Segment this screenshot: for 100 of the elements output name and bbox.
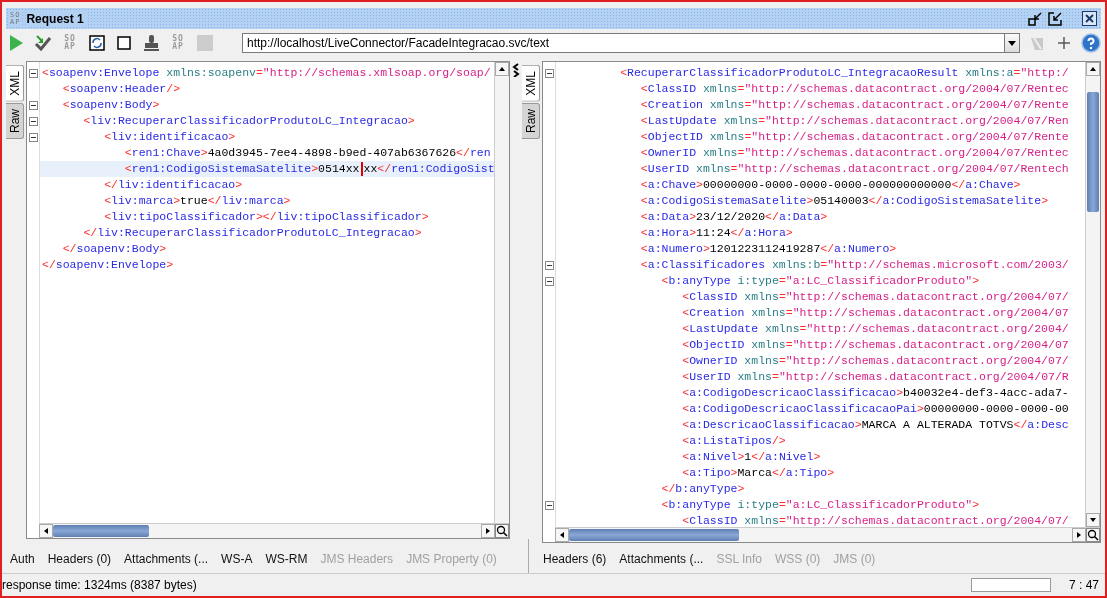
code-line: <a:Nivel>1</a:Nivel> — [681, 449, 822, 465]
window-title: Request 1 — [26, 11, 88, 26]
collapse-icon[interactable] — [29, 68, 38, 78]
code-line: <a:Chave>00000000-0000-0000-0000-000000000000</a:Chave> — [639, 177, 1022, 193]
code-line: <a:Numero>1201223112419287</a:Numero> — [639, 241, 898, 257]
scroll-down-button[interactable] — [1086, 513, 1100, 527]
editor-tab[interactable]: Headers (6) — [543, 552, 607, 566]
scrollbar-thumb[interactable] — [1087, 92, 1099, 212]
code-line: <UserID xmlns="http://schemas.datacontract.org/2004/07/Rentech — [639, 161, 1070, 177]
collapse-icon[interactable] — [545, 500, 554, 510]
code-line: <Creation xmlns="http://schemas.datacontract.org/2004/07 — [681, 305, 1070, 321]
code-line: </b:anyType> — [660, 481, 746, 497]
undock-icon[interactable] — [1028, 11, 1042, 26]
horizontal-scrollbar[interactable] — [555, 527, 1100, 542]
code-line: <ClassID xmlns="http://schemas.datacontract.org/2004/07/ — [681, 289, 1070, 305]
editor-tab[interactable]: WS-A — [221, 552, 253, 566]
code-line: <a:ListaTipos/> — [681, 433, 787, 449]
code-line: <a:CodigoSistemaSatelite>05140003</a:CodigoSistemaSatelite> — [639, 193, 1050, 209]
code-line: <ClassID xmlns="http://schemas.datacontract.org/2004/07/ — [681, 513, 1070, 527]
help-icon[interactable] — [1081, 33, 1101, 53]
zoom-icon[interactable] — [495, 524, 509, 538]
collapse-icon[interactable] — [29, 100, 38, 110]
editor-tab[interactable]: Headers (0) — [47, 552, 112, 566]
code-line: </liv:RecuperarClassificadorProdutoLC_Integracao> — [82, 225, 423, 241]
view-tab[interactable]: XML — [6, 65, 24, 102]
code-line: </liv:identificacao> — [103, 177, 244, 193]
down-arrow-icon — [1089, 516, 1097, 524]
scroll-right-button[interactable] — [1072, 528, 1086, 542]
code-line: <UserID xmlns="http://schemas.datacontract.org/2004/07/R — [681, 369, 1070, 385]
scroll-up-button[interactable] — [495, 62, 509, 76]
editor-tab[interactable]: Attachments (... — [619, 552, 704, 566]
code-line: <OwnerID xmlns="http://schemas.datacontract.org/2004/07/Rentec — [639, 145, 1070, 161]
close-icon[interactable] — [1082, 11, 1097, 26]
vertical-scrollbar[interactable] — [1085, 62, 1100, 527]
collapse-icon[interactable] — [29, 116, 38, 126]
code-line: </soapenv:Envelope> — [41, 257, 175, 273]
code-line: <a:Classificadores xmlns:b="http://schemas.microsoft.com/2003/ — [639, 257, 1070, 273]
code-line: <a:DescricaoClassificacao>MARCA A ALTERADA TOTVS</a:Desc — [681, 417, 1070, 433]
xml-editor[interactable] — [26, 61, 510, 539]
editor-tab[interactable]: Auth — [10, 552, 35, 566]
code-line: <a:Tipo>Marca</a:Tipo> — [681, 465, 836, 481]
view-tab[interactable]: Raw — [6, 102, 24, 139]
scroll-right-button[interactable] — [481, 524, 495, 538]
zoom-icon[interactable] — [1086, 528, 1100, 542]
view-tab[interactable]: Raw — [522, 102, 540, 139]
code-line: <soapenv:Header/> — [61, 81, 182, 97]
code-line: <ren1:Chave>4a0d3945-7ee4-4898-b9ed-407ab6367626</ren — [123, 145, 492, 161]
code-line: <liv:identificacao> — [103, 129, 237, 145]
collapse-icon[interactable] — [545, 260, 554, 270]
code-line: <a:CodigoDescricaoClassificacao>b40032e4-def3-4acc-ada7- — [681, 385, 1070, 401]
scroll-left-button[interactable] — [555, 528, 569, 542]
dropdown-button[interactable] — [1004, 33, 1020, 53]
code-line: <a:Hora>11:24</a:Hora> — [639, 225, 794, 241]
scroll-up-button[interactable] — [1086, 62, 1100, 76]
caret-icon — [1008, 40, 1016, 46]
refresh-icon[interactable] — [87, 33, 107, 53]
expand-icon[interactable] — [512, 63, 520, 77]
code-line: <ObjectID xmlns="http://schemas.datacontract.org/2004/07/Rente — [639, 129, 1070, 145]
vertical-scrollbar[interactable] — [494, 62, 509, 523]
collapse-icon[interactable] — [29, 132, 38, 142]
left-arrow-icon — [42, 527, 50, 535]
editor-tab[interactable]: WS-RM — [265, 552, 308, 566]
cursor-position: 7 : 47 — [1068, 578, 1099, 592]
code-line: <ObjectID xmlns="http://schemas.datacontract.org/2004/07 — [681, 337, 1070, 353]
undock-icon[interactable] — [1048, 11, 1062, 26]
code-line: <soapenv:Body> — [61, 97, 161, 113]
code-line: <LastUpdate xmlns="http://schemas.datacontract.org/2004/07/Ren — [639, 113, 1070, 129]
scroll-left-button[interactable] — [39, 524, 53, 538]
code-line: <liv:marca>true</liv:marca> — [103, 193, 292, 209]
xml-editor[interactable] — [542, 61, 1101, 543]
up-arrow-icon — [1089, 65, 1097, 73]
code-line: <b:anyType i:type="a:LC_ClassificadorProduto"> — [660, 497, 981, 513]
horizontal-scrollbar[interactable] — [39, 523, 509, 538]
scrollbar-thumb[interactable] — [53, 525, 149, 537]
code-line: <a:Data>23/12/2020</a:Data> — [639, 209, 829, 225]
code-line: <b:anyType i:type="a:LC_ClassificadorProduto"> — [660, 273, 981, 289]
code-line: <a:CodigoDescricaoClassificacaoPai>00000000-0000-0000-00 — [681, 401, 1070, 417]
editor-tab[interactable]: Attachments (... — [124, 552, 209, 566]
code-line: <liv:RecuperarClassificadorProdutoLC_Integracao> — [82, 113, 416, 129]
check-icon[interactable] — [33, 33, 53, 53]
collapse-icon[interactable] — [545, 276, 554, 286]
status-message: response time: 1324ms (8387 bytes) — [2, 578, 197, 592]
scrollbar-thumb[interactable] — [569, 529, 739, 541]
code-line: </soapenv:Body> — [61, 241, 168, 257]
square-icon[interactable] — [114, 33, 134, 53]
code-line: <liv:tipoClassificador></liv:tipoClassificador> — [103, 209, 430, 225]
left-arrow-icon — [558, 531, 566, 539]
stamp-icon[interactable] — [141, 33, 161, 53]
collapse-icon[interactable] — [545, 68, 554, 78]
up-arrow-icon — [498, 65, 506, 73]
code-line: <soapenv:Envelope xmlns:soapenv="http://schemas.xmlsoap.org/soap/ — [41, 65, 492, 81]
text-cursor — [360, 161, 363, 176]
url-field[interactable]: http://localhost/LiveConnector/FacadeIntegracao.svc/text — [242, 33, 1004, 53]
code-line: <ClassID xmlns="http://schemas.datacontract.org/2004/07/Rentec — [639, 81, 1070, 97]
right-arrow-icon — [484, 527, 492, 535]
code-line: <LastUpdate xmlns="http://schemas.datacontract.org/2004/ — [681, 321, 1070, 337]
right-arrow-icon — [1075, 531, 1083, 539]
code-line: <OwnerID xmlns="http://schemas.datacontract.org/2004/07/ — [681, 353, 1070, 369]
code-line: <RecuperarClassificadorProdutoLC_IntegracaoResult xmlns:a="http:/ — [619, 65, 1070, 81]
view-tab[interactable]: XML — [522, 65, 540, 102]
